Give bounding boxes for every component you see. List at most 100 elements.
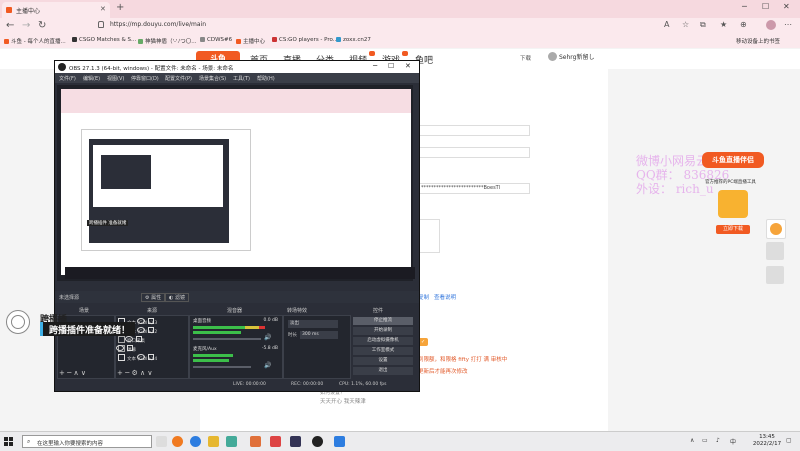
url-field[interactable]: https://mp.douyu.com/live/main: [110, 21, 206, 28]
bookmark-item[interactable]: CDWS#6: [200, 37, 232, 43]
add-scene-icon[interactable]: + ─ ∧ ∨: [59, 369, 86, 377]
widget-status-text: 跨播插件准备就绪！: [49, 326, 131, 336]
app-icon-3[interactable]: [270, 436, 281, 447]
close-window-icon[interactable]: ✕: [783, 2, 790, 11]
bookmark-item[interactable]: 神猫神盾（'-'ﾉつ〇...: [138, 37, 197, 45]
view-docs-link[interactable]: 查看说明: [434, 293, 456, 301]
notifications-icon[interactable]: ▢: [786, 437, 792, 444]
start-virtual-camera-button[interactable]: 启动虚拟摄像机: [353, 337, 413, 345]
menu-scene-collection[interactable]: 场景集合(S): [199, 75, 226, 82]
extensions-icon[interactable]: ⧉: [700, 20, 706, 30]
preview-panel: [251, 175, 343, 223]
menu-docks[interactable]: 停靠窗口(D): [131, 75, 159, 82]
lock-source-icon[interactable]: [148, 354, 155, 360]
top-side-button[interactable]: [766, 266, 784, 284]
volume-icon[interactable]: ♪: [716, 437, 720, 444]
menu-file[interactable]: 文件(F): [59, 75, 76, 82]
refresh-icon[interactable]: ↻: [38, 20, 46, 31]
more-icon[interactable]: ⋯: [784, 20, 792, 29]
bookmark-item[interactable]: CS:GO players - Pro...: [272, 37, 338, 43]
tray-chevron-icon[interactable]: ∧: [690, 437, 694, 444]
forward-icon[interactable]: →: [22, 20, 30, 31]
obs-preview[interactable]: 跨播插件 准备就绪: [57, 85, 415, 281]
bookmark-item[interactable]: 斗鱼 - 每个人的直播...: [4, 37, 66, 45]
collections-icon[interactable]: ⊕: [740, 20, 747, 29]
file-explorer-icon[interactable]: [208, 436, 219, 447]
speaker-icon[interactable]: 🔊: [264, 362, 271, 369]
menu-profile[interactable]: 配置文件(P): [165, 75, 192, 82]
stream-key-field[interactable]: *************************BoesTl: [418, 183, 530, 194]
properties-button[interactable]: ⚙ 属性: [141, 293, 166, 302]
exit-button[interactable]: 退出: [353, 367, 413, 375]
steam-icon[interactable]: [290, 436, 301, 447]
taskbar-clock[interactable]: 13:45 2022/2/17: [752, 434, 782, 448]
menu-edit[interactable]: 编辑(E): [83, 75, 100, 82]
download-link[interactable]: 下载: [520, 54, 531, 62]
lock-source-icon[interactable]: [127, 345, 133, 351]
source-item[interactable]: 窗口采集: [118, 336, 145, 344]
app-icon-4[interactable]: [334, 436, 345, 447]
new-tab-icon[interactable]: +: [116, 2, 124, 13]
bookmark-item[interactable]: CSGO Matches & S...: [72, 37, 136, 43]
obs-minimize-icon[interactable]: ─: [373, 62, 377, 70]
visibility-icon[interactable]: [125, 336, 133, 342]
favorite-icon[interactable]: ☆: [682, 20, 689, 29]
source-item[interactable]: 弹幕: [116, 345, 136, 353]
cover-image[interactable]: [418, 219, 440, 253]
task-view-icon[interactable]: [156, 436, 167, 447]
app-icon-2[interactable]: [250, 436, 261, 447]
read-aloud-icon[interactable]: A: [664, 20, 669, 29]
speaker-icon[interactable]: 🔊: [264, 334, 271, 341]
filters-button[interactable]: ◐ 滤镜: [165, 293, 189, 302]
add-source-icon[interactable]: + ─ ⚙ ∧ ∨: [117, 369, 153, 377]
volume-slider[interactable]: [193, 338, 261, 340]
room-input[interactable]: [418, 125, 530, 136]
notice-text-2: 更新后才能再次修改: [418, 369, 468, 375]
start-recording-button[interactable]: 开始录制: [353, 327, 413, 335]
source-item[interactable]: 文本 (GDI+) 4: [118, 354, 157, 362]
bookmark-item[interactable]: zoxx.cn27: [336, 37, 371, 43]
obs-close-icon[interactable]: ✕: [405, 62, 411, 70]
duration-input[interactable]: 300 ms: [300, 331, 338, 339]
play-side-button[interactable]: [766, 219, 786, 239]
promo-download-button[interactable]: 立即下载: [716, 225, 750, 234]
transition-select[interactable]: 淡出: [288, 320, 338, 328]
reading-list[interactable]: 移动设备上的书签: [736, 37, 780, 45]
firefox-icon[interactable]: [172, 436, 183, 447]
obs-taskbar-icon[interactable]: [312, 436, 323, 447]
network-icon[interactable]: ▭: [702, 437, 708, 444]
windows-start-icon[interactable]: [4, 437, 13, 446]
obs-maximize-icon[interactable]: ☐: [388, 62, 394, 70]
bookmark-item[interactable]: 主播中心: [236, 37, 265, 45]
title-input[interactable]: [418, 147, 530, 158]
maximize-icon[interactable]: ☐: [762, 2, 769, 11]
menu-view[interactable]: 视图(V): [107, 75, 124, 82]
clock-time: 13:45: [759, 434, 775, 440]
favorites-list-icon[interactable]: ★: [720, 20, 727, 29]
settings-button[interactable]: 设置: [353, 357, 413, 365]
taskbar-search[interactable]: ⌕ 在这里输入你要搜索的内容: [22, 435, 152, 448]
edge-icon[interactable]: [190, 436, 201, 447]
lock-source-icon[interactable]: [148, 318, 155, 324]
preview-nested-obs-preview: [93, 145, 223, 207]
menu-help[interactable]: 帮助(H): [257, 75, 275, 82]
lock-source-icon[interactable]: [136, 336, 142, 342]
profile-avatar[interactable]: [766, 20, 776, 30]
promo-card[interactable]: 斗鱼直播伴侣 官方推荐的PC端直播工具 立即下载: [702, 152, 764, 240]
home-side-button[interactable]: [766, 242, 784, 260]
visibility-icon[interactable]: [116, 345, 124, 351]
volume-slider[interactable]: [193, 366, 251, 368]
menu-tools[interactable]: 工具(T): [233, 75, 250, 82]
stop-streaming-button[interactable]: 停止推流: [353, 317, 413, 325]
mixer-track-name: 桌面音频: [193, 319, 211, 324]
lock-source-icon[interactable]: [148, 327, 155, 333]
back-icon[interactable]: ←: [6, 20, 14, 31]
browser-tab[interactable]: 主播中心 ✕: [2, 2, 110, 18]
user-menu[interactable]: Sehrg新留し: [548, 52, 594, 61]
hot-badge-icon: [369, 51, 375, 56]
minimize-icon[interactable]: ─: [742, 2, 747, 11]
close-tab-icon[interactable]: ✕: [100, 5, 106, 13]
studio-mode-button[interactable]: 工作室模式: [353, 347, 413, 355]
input-method-icon[interactable]: 中: [730, 437, 736, 446]
app-icon[interactable]: [226, 436, 237, 447]
